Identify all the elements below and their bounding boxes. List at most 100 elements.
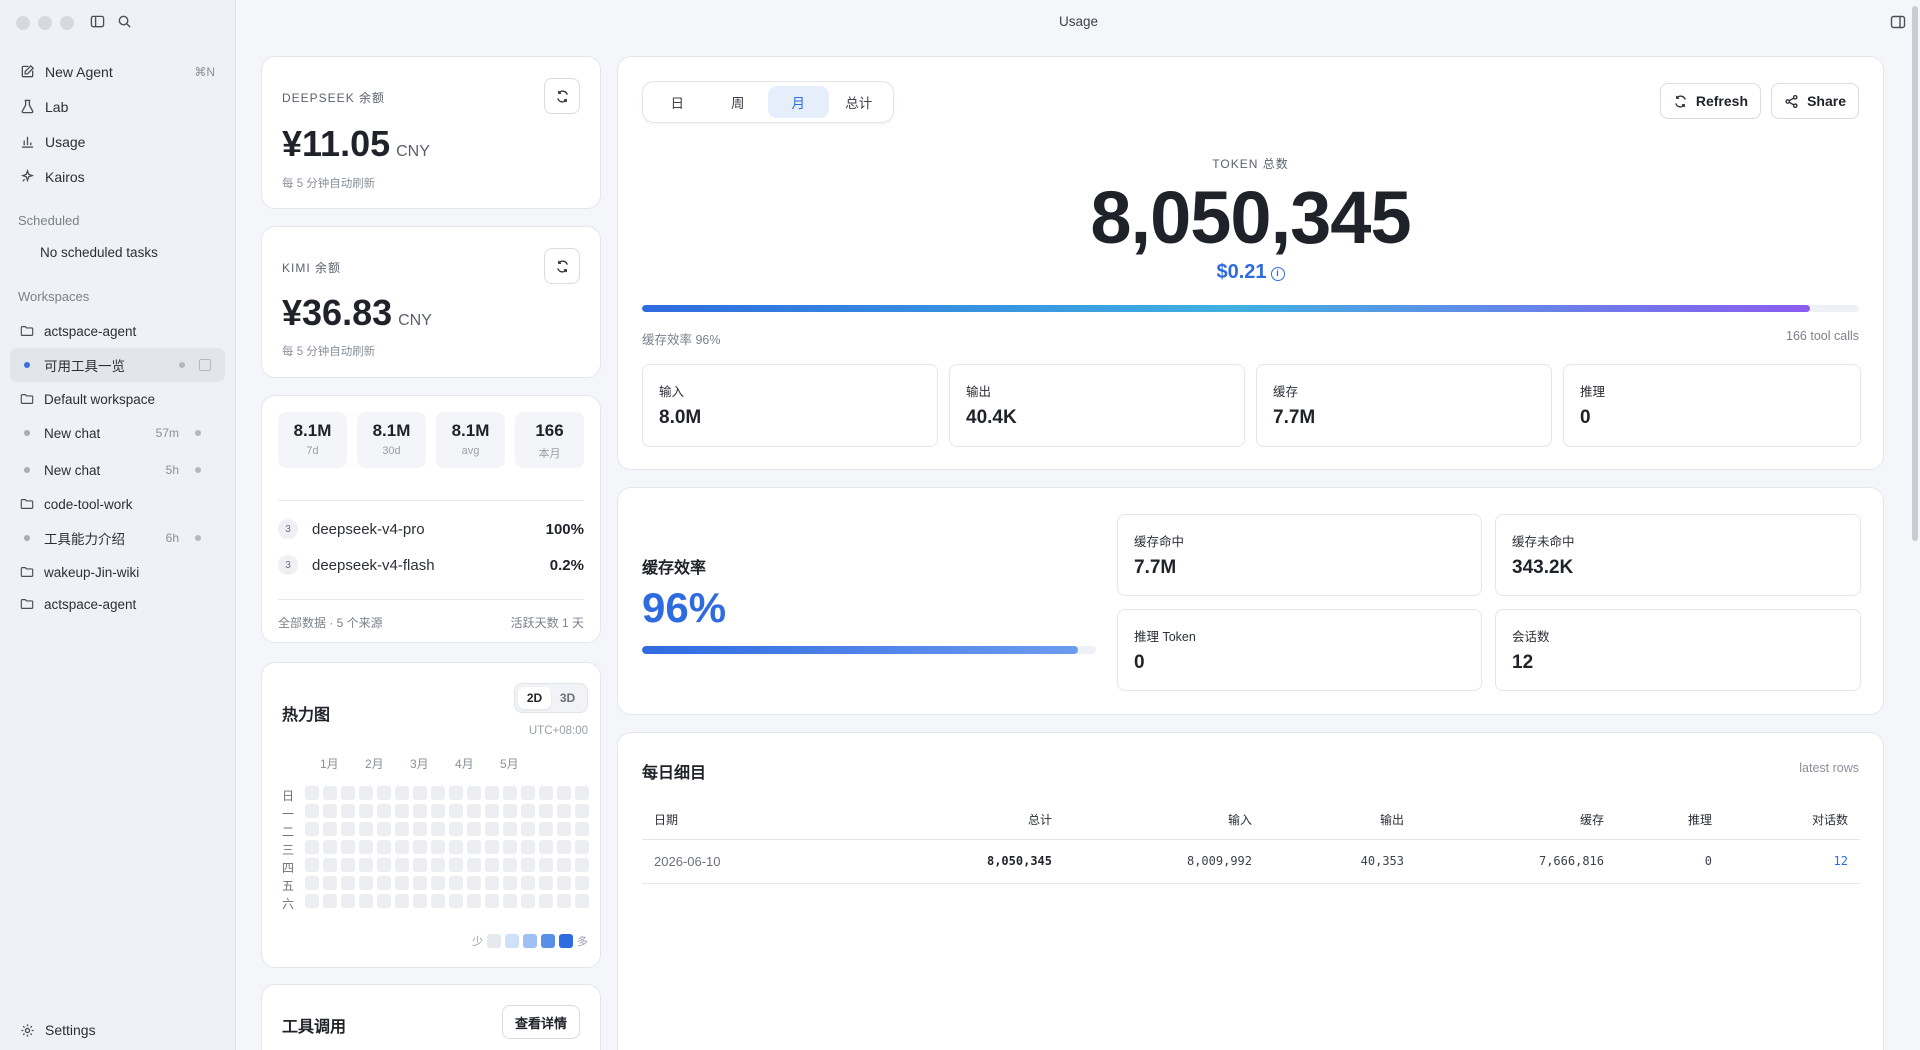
heatmap-cell[interactable] — [557, 822, 571, 836]
workspace-folder[interactable]: actspace-agent — [10, 314, 225, 348]
heatmap-cell[interactable] — [575, 822, 589, 836]
heatmap-cell[interactable] — [431, 786, 445, 800]
heatmap-cell[interactable] — [359, 858, 373, 872]
heatmap-cell[interactable] — [449, 786, 463, 800]
heatmap-cell[interactable] — [467, 804, 481, 818]
zoom-window-button[interactable] — [60, 16, 74, 30]
mode-2d-button[interactable]: 2D — [518, 687, 551, 709]
tab-day[interactable]: 日 — [647, 86, 708, 118]
heatmap-cell[interactable] — [305, 876, 319, 890]
heatmap-cell[interactable] — [377, 786, 391, 800]
heatmap-cell[interactable] — [323, 894, 337, 908]
heatmap-cell[interactable] — [395, 804, 409, 818]
sidebar-item-new-agent[interactable]: New Agent ⌘N — [10, 54, 225, 89]
heatmap-cell[interactable] — [341, 786, 355, 800]
heatmap-cell[interactable] — [449, 804, 463, 818]
share-button[interactable]: Share — [1771, 83, 1859, 119]
heatmap-cell[interactable] — [467, 894, 481, 908]
heatmap-cell[interactable] — [449, 894, 463, 908]
workspace-folder[interactable]: wakeup-Jin-wiki — [10, 555, 225, 589]
heatmap-cell[interactable] — [557, 840, 571, 854]
heatmap-cell[interactable] — [395, 894, 409, 908]
heatmap-cell[interactable] — [521, 858, 535, 872]
heatmap-cell[interactable] — [377, 804, 391, 818]
refresh-balance-button[interactable] — [544, 248, 580, 284]
heatmap-cell[interactable] — [521, 822, 535, 836]
heatmap-cell[interactable] — [377, 858, 391, 872]
heatmap-cell[interactable] — [323, 786, 337, 800]
heatmap-cell[interactable] — [341, 858, 355, 872]
heatmap-cell[interactable] — [485, 858, 499, 872]
heatmap-cell[interactable] — [503, 876, 517, 890]
heatmap-cell[interactable] — [503, 858, 517, 872]
info-icon[interactable]: i — [1270, 267, 1285, 281]
tab-week[interactable]: 周 — [708, 86, 769, 118]
heatmap-cell[interactable] — [557, 804, 571, 818]
column-header[interactable]: 推理 — [1616, 801, 1724, 840]
search-icon[interactable] — [117, 14, 132, 29]
heatmap-cell[interactable] — [413, 822, 427, 836]
heatmap-cell[interactable] — [395, 858, 409, 872]
heatmap-cell[interactable] — [575, 858, 589, 872]
heatmap-cell[interactable] — [539, 876, 553, 890]
heatmap-cell[interactable] — [305, 894, 319, 908]
heatmap-cell[interactable] — [305, 786, 319, 800]
heatmap-cell[interactable] — [431, 804, 445, 818]
heatmap-cell[interactable] — [539, 858, 553, 872]
heatmap-cell[interactable] — [503, 840, 517, 854]
right-panel-toggle-icon[interactable] — [1890, 14, 1906, 30]
heatmap-cell[interactable] — [449, 822, 463, 836]
chat-item-active[interactable]: 可用工具一览 — [10, 348, 225, 382]
heatmap-cell[interactable] — [323, 822, 337, 836]
heatmap-cell[interactable] — [557, 858, 571, 872]
table-row[interactable]: 2026-06-10 8,050,345 8,009,992 40,353 7,… — [642, 839, 1860, 884]
heatmap-cell[interactable] — [485, 894, 499, 908]
heatmap-cell[interactable] — [467, 786, 481, 800]
heatmap-cell[interactable] — [413, 894, 427, 908]
heatmap-cell[interactable] — [539, 804, 553, 818]
heatmap-cell[interactable] — [341, 894, 355, 908]
heatmap-cell[interactable] — [323, 858, 337, 872]
heatmap-cell[interactable] — [503, 894, 517, 908]
heatmap-cell[interactable] — [359, 840, 373, 854]
settings-button[interactable]: Settings — [20, 1022, 96, 1038]
heatmap-cell[interactable] — [521, 804, 535, 818]
heatmap-cell[interactable] — [431, 894, 445, 908]
sidebar-toggle-icon[interactable] — [90, 14, 105, 29]
heatmap-cell[interactable] — [521, 876, 535, 890]
chat-item[interactable]: New chat 57m — [10, 416, 225, 450]
heatmap-cell[interactable] — [341, 840, 355, 854]
minimize-window-button[interactable] — [38, 16, 52, 30]
heatmap-cell[interactable] — [341, 822, 355, 836]
heatmap-cell[interactable] — [341, 876, 355, 890]
workspace-folder[interactable]: actspace-agent — [10, 587, 225, 621]
chat-item[interactable]: New chat 5h — [10, 453, 225, 487]
heatmap-cell[interactable] — [521, 894, 535, 908]
scrollbar[interactable] — [1912, 6, 1918, 541]
heatmap-cell[interactable] — [359, 822, 373, 836]
heatmap-cell[interactable] — [521, 786, 535, 800]
heatmap-cell[interactable] — [485, 786, 499, 800]
heatmap-cell[interactable] — [323, 876, 337, 890]
heatmap-cell[interactable] — [305, 840, 319, 854]
heatmap-cell[interactable] — [485, 804, 499, 818]
heatmap-cell[interactable] — [503, 804, 517, 818]
heatmap-cell[interactable] — [305, 858, 319, 872]
heatmap-cell[interactable] — [539, 786, 553, 800]
tab-total[interactable]: 总计 — [829, 86, 890, 118]
heatmap-cell[interactable] — [359, 786, 373, 800]
heatmap-cell[interactable] — [413, 840, 427, 854]
heatmap-cell[interactable] — [377, 876, 391, 890]
column-header[interactable]: 输出 — [1264, 801, 1416, 840]
heatmap-cell[interactable] — [485, 822, 499, 836]
heatmap-cell[interactable] — [377, 840, 391, 854]
heatmap-cell[interactable] — [305, 804, 319, 818]
heatmap-cell[interactable] — [449, 858, 463, 872]
heatmap-cell[interactable] — [575, 876, 589, 890]
mode-3d-button[interactable]: 3D — [551, 687, 584, 709]
heatmap-cell[interactable] — [359, 804, 373, 818]
heatmap-cell[interactable] — [377, 894, 391, 908]
chat-item[interactable]: 工具能力介绍 6h — [10, 521, 225, 555]
tab-month[interactable]: 月 — [768, 86, 829, 118]
heatmap-cell[interactable] — [539, 894, 553, 908]
